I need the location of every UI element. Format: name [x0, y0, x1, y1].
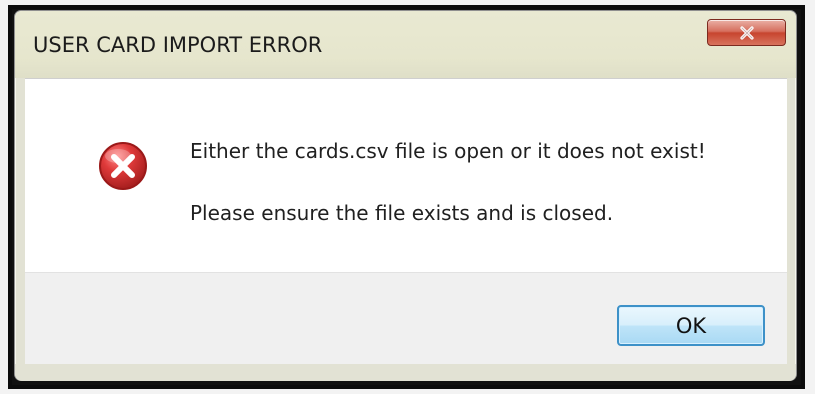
message-panel: Either the cards.csv file is open or it … [25, 78, 787, 273]
button-footer: OK [25, 272, 787, 366]
window-bottom-edge [15, 364, 796, 381]
error-dialog-window: USER CARD IMPORT ERROR Either the cards.… [14, 10, 797, 381]
close-button[interactable] [707, 19, 786, 46]
error-icon [99, 142, 147, 190]
error-message: Either the cards.csv file is open or it … [190, 139, 706, 163]
ok-button[interactable]: OK [617, 305, 765, 346]
close-icon [739, 25, 754, 40]
help-message: Please ensure the file exists and is clo… [190, 201, 614, 225]
window-title: USER CARD IMPORT ERROR [33, 33, 323, 57]
title-bar[interactable]: USER CARD IMPORT ERROR [15, 11, 796, 78]
